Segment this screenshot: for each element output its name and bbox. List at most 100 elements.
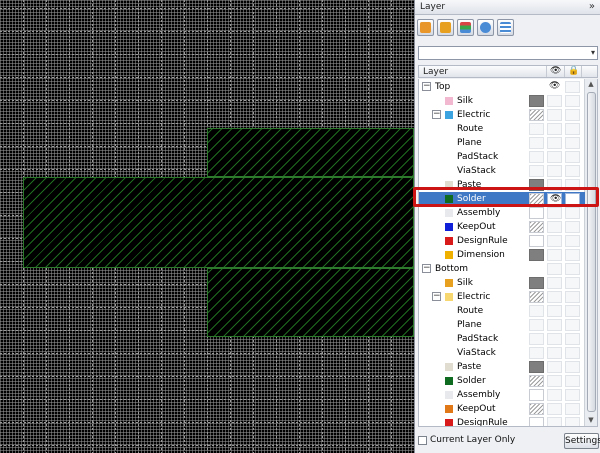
layer-lock-cell[interactable] <box>565 361 580 373</box>
layer-row-solder[interactable]: Solder <box>419 374 585 388</box>
layer-row-route[interactable]: Route <box>419 122 585 136</box>
layer-row-plane[interactable]: Plane <box>419 318 585 332</box>
layer-color-swatch[interactable] <box>445 279 453 287</box>
layer-stack-button[interactable] <box>437 19 454 36</box>
layer-row-assembly[interactable]: Assembly <box>419 388 585 402</box>
lock-column-lock-icon[interactable]: 🔒 <box>568 66 579 76</box>
collapse-panel-icon[interactable]: » <box>589 1 595 12</box>
layer-color-swatch[interactable] <box>445 363 453 371</box>
layer-row-viastack[interactable]: ViaStack <box>419 346 585 360</box>
layer-lock-cell[interactable] <box>565 319 580 331</box>
scroll-down-icon[interactable]: ▼ <box>586 416 596 426</box>
layer-visibility-cell[interactable] <box>547 95 562 107</box>
layer-fill-style-cell[interactable] <box>529 123 544 135</box>
layer-fill-style-cell[interactable] <box>529 235 544 247</box>
layer-visibility-cell[interactable] <box>547 361 562 373</box>
layer-fill-style-cell[interactable] <box>529 375 544 387</box>
layer-lock-cell[interactable] <box>565 109 580 121</box>
layer-lock-cell[interactable] <box>565 375 580 387</box>
layer-visibility-cell[interactable] <box>547 137 562 149</box>
layer-color-swatch[interactable] <box>445 391 453 399</box>
layer-visibility-cell[interactable] <box>547 249 562 261</box>
file-button[interactable] <box>417 19 434 36</box>
layer-visibility-cell[interactable] <box>547 263 562 275</box>
layer-table-button[interactable] <box>497 19 514 36</box>
layer-fill-style-cell[interactable] <box>529 305 544 317</box>
layer-visibility-cell[interactable] <box>547 417 562 426</box>
layer-fill-style-cell[interactable] <box>529 249 544 261</box>
layer-lock-cell[interactable] <box>565 221 580 233</box>
layer-lock-cell[interactable] <box>565 305 580 317</box>
current-layer-only-checkbox[interactable] <box>418 436 427 445</box>
layer-row-silk[interactable]: Silk <box>419 276 585 290</box>
layer-visibility-cell[interactable] <box>547 277 562 289</box>
layer-lock-cell[interactable] <box>565 123 580 135</box>
collapse-toggle-icon[interactable]: − <box>422 82 431 91</box>
layer-fill-style-cell[interactable] <box>529 277 544 289</box>
scroll-thumb[interactable] <box>587 92 596 412</box>
layer-row-plane[interactable]: Plane <box>419 136 585 150</box>
layer-row-electric[interactable]: − Electric <box>419 108 585 122</box>
3d-layers-button[interactable] <box>457 19 474 36</box>
layer-fill-style-cell[interactable] <box>529 291 544 303</box>
layer-visibility-cell[interactable] <box>547 375 562 387</box>
layer-row-padstack[interactable]: PadStack <box>419 150 585 164</box>
settings-button[interactable]: Settings <box>564 433 600 449</box>
layer-row-bottom[interactable]: − Bottom <box>419 262 585 276</box>
layer-lock-cell[interactable] <box>565 263 580 275</box>
layer-fill-style-cell[interactable] <box>529 109 544 121</box>
layer-color-swatch[interactable] <box>445 251 453 259</box>
layer-lock-cell[interactable] <box>565 207 580 219</box>
solder-mask-region-top-right[interactable] <box>207 128 414 177</box>
layer-color-swatch[interactable] <box>445 111 453 119</box>
layer-fill-style-cell[interactable] <box>529 207 544 219</box>
layer-fill-style-cell[interactable] <box>529 95 544 107</box>
key-button[interactable] <box>477 19 494 36</box>
layer-visibility-cell[interactable] <box>547 305 562 317</box>
collapse-toggle-icon[interactable]: − <box>422 264 431 273</box>
layer-fill-style-cell[interactable] <box>529 137 544 149</box>
layer-row-electric[interactable]: − Electric <box>419 290 585 304</box>
layer-fill-style-cell[interactable] <box>529 151 544 163</box>
layer-lock-cell[interactable] <box>565 165 580 177</box>
layer-fill-style-cell[interactable] <box>529 333 544 345</box>
layer-fill-style-cell[interactable] <box>529 403 544 415</box>
layer-row-route[interactable]: Route <box>419 304 585 318</box>
layer-row-dimension[interactable]: Dimension <box>419 248 585 262</box>
layer-row-keepout[interactable]: KeepOut <box>419 402 585 416</box>
layer-visibility-cell[interactable] <box>547 221 562 233</box>
layer-visibility-cell[interactable] <box>547 235 562 247</box>
layer-color-swatch[interactable] <box>445 293 453 301</box>
collapse-toggle-icon[interactable]: − <box>432 292 441 301</box>
layer-visibility-cell[interactable] <box>547 291 562 303</box>
collapse-toggle-icon[interactable]: − <box>432 110 441 119</box>
layer-row-padstack[interactable]: PadStack <box>419 332 585 346</box>
layer-lock-cell[interactable] <box>565 417 580 426</box>
layer-visibility-cell[interactable] <box>547 207 562 219</box>
layer-fill-style-cell[interactable] <box>529 347 544 359</box>
layer-fill-style-cell[interactable] <box>529 361 544 373</box>
layer-row-paste[interactable]: Paste <box>419 360 585 374</box>
layer-lock-cell[interactable] <box>565 277 580 289</box>
layer-fill-style-cell[interactable] <box>529 165 544 177</box>
layer-color-swatch[interactable] <box>445 419 453 426</box>
layer-color-swatch[interactable] <box>445 209 453 217</box>
layer-fill-style-cell[interactable] <box>529 319 544 331</box>
layer-fill-style-cell[interactable] <box>529 417 544 426</box>
layer-visibility-cell[interactable]: 👁 <box>547 81 562 93</box>
layer-lock-cell[interactable] <box>565 403 580 415</box>
layer-lock-cell[interactable] <box>565 137 580 149</box>
layer-color-swatch[interactable] <box>445 237 453 245</box>
solder-mask-region-bottom-right[interactable] <box>207 268 414 337</box>
layer-color-swatch[interactable] <box>445 97 453 105</box>
layer-color-swatch[interactable] <box>445 377 453 385</box>
layer-row-keepout[interactable]: KeepOut <box>419 220 585 234</box>
layer-lock-cell[interactable] <box>565 249 580 261</box>
board-canvas[interactable] <box>0 0 414 453</box>
layer-fill-style-cell[interactable] <box>529 221 544 233</box>
layer-row-viastack[interactable]: ViaStack <box>419 164 585 178</box>
layer-row-silk[interactable]: Silk <box>419 94 585 108</box>
layer-visibility-cell[interactable] <box>547 151 562 163</box>
layer-row-designrule[interactable]: DesignRule <box>419 234 585 248</box>
layer-tree-scrollbar[interactable]: ▲ ▼ <box>584 79 597 426</box>
